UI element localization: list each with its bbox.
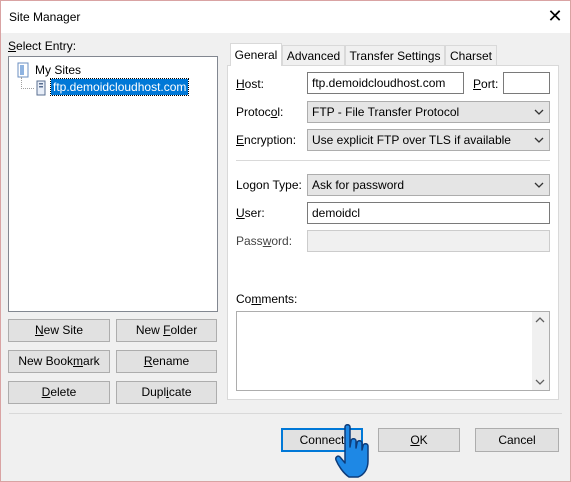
- new-folder-button[interactable]: New Folder: [116, 319, 217, 342]
- rename-button[interactable]: Rename: [116, 350, 217, 373]
- window-title: Site Manager: [9, 10, 81, 24]
- delete-button[interactable]: Delete: [8, 381, 110, 404]
- new-bookmark-button[interactable]: New Bookmark: [8, 350, 110, 373]
- logon-type-label: Logon Type:: [236, 178, 302, 192]
- protocol-value: FTP - File Transfer Protocol: [312, 105, 460, 119]
- encryption-label: Encryption:: [236, 133, 297, 147]
- tab-transfer-settings[interactable]: Transfer Settings: [345, 45, 445, 65]
- scroll-up-icon: [535, 317, 545, 323]
- chevron-down-icon: [534, 137, 544, 143]
- chevron-down-icon: [534, 182, 544, 188]
- hand-cursor-icon: [335, 424, 369, 478]
- title-bar[interactable]: Site Manager ✕: [1, 1, 570, 33]
- port-label: Port:: [473, 77, 499, 91]
- logon-type-select[interactable]: Ask for password: [307, 174, 550, 196]
- scroll-down-icon: [535, 379, 545, 385]
- logon-type-value: Ask for password: [312, 178, 405, 192]
- tab-advanced[interactable]: Advanced: [282, 45, 345, 65]
- host-label: Host:: [236, 77, 265, 91]
- site-tree[interactable]: My Sites ftp.demoidcloudhost.com: [8, 56, 218, 312]
- general-tab-panel: Host: ftp.demoidcloudhost.com Port: Prot…: [227, 65, 559, 400]
- duplicate-button[interactable]: Duplicate: [116, 381, 217, 404]
- chevron-down-icon: [534, 109, 544, 115]
- user-input[interactable]: demoidcl: [307, 202, 550, 224]
- select-entry-label: Select Entry:: [8, 39, 77, 53]
- user-label: User:: [236, 206, 265, 220]
- protocol-select[interactable]: FTP - File Transfer Protocol: [307, 101, 550, 123]
- password-input[interactable]: [307, 230, 550, 252]
- port-input[interactable]: [503, 72, 550, 94]
- comments-label: Comments:: [236, 292, 298, 306]
- host-input[interactable]: ftp.demoidcloudhost.com: [307, 72, 464, 94]
- tab-general[interactable]: General: [230, 43, 282, 66]
- encryption-select[interactable]: Use explicit FTP over TLS if available: [307, 129, 550, 151]
- tree-item-my-sites[interactable]: My Sites: [35, 63, 81, 77]
- site-manager-window: Site Manager ✕ Select Entry: My Sites ft…: [0, 0, 571, 482]
- ok-button[interactable]: OK: [378, 428, 460, 452]
- footer-separator: [9, 413, 562, 414]
- comments-scrollbar[interactable]: [532, 312, 549, 390]
- separator: [236, 160, 550, 161]
- server-icon: [36, 80, 46, 96]
- new-site-button[interactable]: New Site: [8, 319, 110, 342]
- protocol-label: Protocol:: [236, 105, 284, 119]
- tree-item-ftp-site[interactable]: ftp.demoidcloudhost.com: [49, 78, 190, 96]
- close-icon[interactable]: ✕: [544, 5, 566, 27]
- folder-icon: [17, 62, 29, 78]
- tab-charset[interactable]: Charset: [445, 45, 497, 65]
- password-label: Password:: [236, 234, 293, 248]
- cancel-button[interactable]: Cancel: [475, 428, 559, 452]
- encryption-value: Use explicit FTP over TLS if available: [312, 133, 511, 147]
- comments-textarea[interactable]: [236, 311, 550, 391]
